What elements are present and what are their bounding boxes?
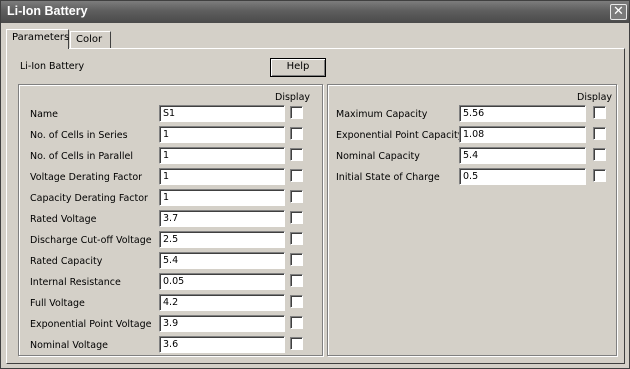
display-checkbox[interactable]: [290, 337, 303, 350]
parameter-row: Exponential Point Voltage 3.9: [19, 315, 322, 334]
parameter-row: Nominal Voltage 3.6: [19, 336, 322, 355]
parameter-value-field[interactable]: 3.7: [159, 210, 285, 227]
parameter-value-field[interactable]: 1.08: [459, 126, 586, 143]
parameter-label: Full Voltage: [30, 298, 85, 309]
parameter-row: No. of Cells in Parallel 1: [19, 147, 322, 166]
display-checkbox[interactable]: [593, 169, 606, 182]
battery-dialog: Li-Ion Battery ✕ Parameters Color Li-Ion…: [0, 0, 630, 369]
close-icon: ✕: [613, 4, 624, 19]
parameter-value-field[interactable]: 1: [159, 126, 285, 143]
parameter-row: Rated Capacity 5.4: [19, 252, 322, 271]
parameter-row: Voltage Derating Factor 1: [19, 168, 322, 187]
parameter-value-field[interactable]: 4.2: [159, 294, 285, 311]
parameter-label: Discharge Cut-off Voltage: [30, 235, 152, 246]
parameter-row: Nominal Capacity 5.4: [328, 147, 616, 166]
block-name-label: Li-Ion Battery: [20, 61, 85, 72]
parameter-label: Capacity Derating Factor: [30, 193, 148, 204]
parameter-label: Internal Resistance: [30, 277, 121, 288]
parameter-label: Nominal Voltage: [30, 340, 108, 351]
parameter-label: Name: [30, 109, 59, 120]
title-bar[interactable]: Li-Ion Battery ✕: [1, 1, 629, 23]
display-checkbox[interactable]: [290, 253, 303, 266]
parameter-row: Discharge Cut-off Voltage 2.5: [19, 231, 322, 250]
tab-color[interactable]: Color: [70, 31, 111, 48]
close-button[interactable]: ✕: [610, 4, 627, 20]
parameter-label: Voltage Derating Factor: [30, 172, 143, 183]
display-checkbox[interactable]: [290, 169, 303, 182]
parameter-value-field[interactable]: 5.56: [459, 105, 586, 122]
parameter-value-field[interactable]: 0.05: [159, 273, 285, 290]
display-checkbox[interactable]: [593, 106, 606, 119]
display-checkbox[interactable]: [290, 148, 303, 161]
parameter-row: Capacity Derating Factor 1: [19, 189, 322, 208]
parameter-value-field[interactable]: 2.5: [159, 231, 285, 248]
display-checkbox[interactable]: [290, 106, 303, 119]
parameter-value-field[interactable]: 3.9: [159, 315, 285, 332]
parameter-value-field[interactable]: 1: [159, 147, 285, 164]
display-checkbox[interactable]: [290, 316, 303, 329]
parameter-label: Initial State of Charge: [336, 172, 440, 183]
display-checkbox[interactable]: [290, 190, 303, 203]
window-title: Li-Ion Battery: [7, 4, 88, 18]
parameter-value-field[interactable]: 5.4: [159, 252, 285, 269]
parameter-label: Exponential Point Voltage: [30, 319, 152, 330]
parameter-row: Initial State of Charge 0.5: [328, 168, 616, 187]
parameters-group-left: Display Name S1 No. of Cells in Series 1 No.…: [18, 84, 323, 356]
display-checkbox[interactable]: [593, 148, 606, 161]
display-checkbox[interactable]: [290, 211, 303, 224]
parameter-label: Rated Voltage: [30, 214, 97, 225]
display-column-header: Display: [275, 92, 311, 103]
display-checkbox[interactable]: [290, 274, 303, 287]
parameter-row: Maximum Capacity 5.56: [328, 105, 616, 124]
display-checkbox[interactable]: [290, 232, 303, 245]
help-button[interactable]: Help: [270, 58, 326, 77]
parameter-label: No. of Cells in Series: [30, 130, 128, 141]
display-checkbox[interactable]: [290, 295, 303, 308]
display-column-header: Display: [577, 92, 613, 103]
parameter-value-field[interactable]: 1: [159, 189, 285, 206]
parameter-value-field[interactable]: 3.6: [159, 336, 285, 353]
parameter-label: No. of Cells in Parallel: [30, 151, 133, 162]
parameter-value-field[interactable]: 0.5: [459, 168, 586, 185]
parameter-value-field[interactable]: S1: [159, 105, 285, 122]
tab-parameters[interactable]: Parameters: [6, 29, 69, 49]
parameter-row: No. of Cells in Series 1: [19, 126, 322, 145]
parameter-row: Rated Voltage 3.7: [19, 210, 322, 229]
parameter-label: Rated Capacity: [30, 256, 103, 267]
parameter-label: Nominal Capacity: [336, 151, 420, 162]
parameter-value-field[interactable]: 1: [159, 168, 285, 185]
parameters-group-right: Display Maximum Capacity 5.56 Exponential …: [327, 84, 617, 356]
parameter-label: Maximum Capacity: [336, 109, 428, 120]
parameter-value-field[interactable]: 5.4: [459, 147, 586, 164]
parameter-row: Name S1: [19, 105, 322, 124]
parameter-row: Exponential Point Capacity 1.08: [328, 126, 616, 145]
parameter-label: Exponential Point Capacity: [336, 130, 464, 141]
parameter-row: Full Voltage 4.2: [19, 294, 322, 313]
display-checkbox[interactable]: [290, 127, 303, 140]
parameters-panel: Li-Ion Battery Help Display Name S1 No. of…: [6, 48, 625, 364]
parameter-row: Internal Resistance 0.05: [19, 273, 322, 292]
display-checkbox[interactable]: [593, 127, 606, 140]
